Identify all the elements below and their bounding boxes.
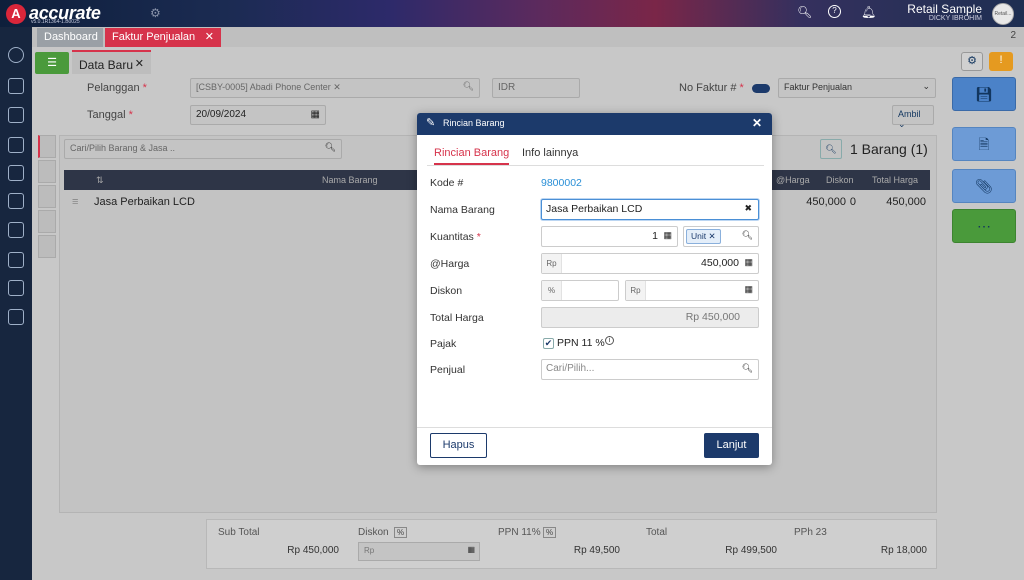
tab-rincian-barang[interactable]: Rincian Barang bbox=[434, 147, 510, 165]
search-icon[interactable]: 🔍︎ bbox=[742, 230, 753, 241]
harga-label: @Harga bbox=[430, 258, 470, 270]
tab-info-lainnya[interactable]: Info lainnya bbox=[522, 147, 578, 159]
modal-footer-divider bbox=[417, 427, 772, 428]
diskon-percent-input[interactable]: % bbox=[541, 280, 619, 301]
rincian-barang-modal: ✎ Rincian Barang ✕ Rincian Barang Info l… bbox=[417, 113, 772, 465]
unit-select[interactable]: Unit ✕ 🔍︎ bbox=[683, 226, 759, 247]
nama-barang-value: Jasa Perbaikan LCD bbox=[546, 203, 643, 215]
total-harga-value: Rp 450,000 bbox=[685, 311, 740, 323]
unit-value: Unit bbox=[691, 231, 707, 241]
clear-icon[interactable]: ✖ bbox=[744, 203, 752, 214]
total-harga-label: Total Harga bbox=[430, 312, 484, 324]
pajak-label: Pajak bbox=[430, 338, 457, 350]
penjual-label: Penjual bbox=[430, 364, 466, 376]
nama-barang-input[interactable]: Jasa Perbaikan LCD ✖ bbox=[541, 199, 759, 220]
diskon-label: Diskon bbox=[430, 285, 463, 297]
kuantitas-input[interactable]: 1 ▦ bbox=[541, 226, 678, 247]
diskon-pct-prefix: % bbox=[542, 281, 562, 300]
harga-input[interactable]: Rp 450,000 ▦ bbox=[541, 253, 759, 274]
lanjut-button[interactable]: Lanjut bbox=[704, 433, 759, 458]
search-icon[interactable]: 🔍︎ bbox=[742, 363, 753, 374]
calculator-icon[interactable]: ▦ bbox=[744, 284, 753, 295]
kode-label: Kode # bbox=[430, 177, 464, 189]
close-icon[interactable]: ✕ bbox=[752, 116, 762, 130]
calculator-icon[interactable]: ▦ bbox=[663, 230, 672, 241]
harga-value: 450,000 bbox=[701, 257, 739, 269]
modal-title: Rincian Barang bbox=[443, 118, 505, 128]
ppn-checkbox[interactable]: ✔ bbox=[543, 338, 554, 349]
harga-prefix: Rp bbox=[542, 254, 562, 273]
remove-icon[interactable]: ✕ bbox=[709, 231, 716, 241]
diskon-rp-prefix: Rp bbox=[626, 281, 646, 300]
calculator-icon[interactable]: ▦ bbox=[744, 257, 753, 268]
modal-header: ✎ Rincian Barang ✕ bbox=[417, 113, 772, 135]
info-icon[interactable]: i bbox=[605, 336, 614, 345]
modal-tabs: Rincian Barang Info lainnya bbox=[427, 144, 764, 166]
nama-barang-label: Nama Barang bbox=[430, 204, 495, 216]
ppn-checkbox-label: PPN 11 % bbox=[557, 337, 605, 349]
unit-chip[interactable]: Unit ✕ bbox=[686, 229, 721, 244]
kode-value: 9800002 bbox=[541, 177, 582, 189]
kuantitas-label: Kuantitas * bbox=[430, 231, 481, 243]
penjual-input[interactable]: Cari/Pilih... 🔍︎ bbox=[541, 359, 759, 380]
pencil-icon: ✎ bbox=[426, 117, 436, 129]
total-harga-field: Rp 450,000 bbox=[541, 307, 759, 328]
diskon-amount-input[interactable]: Rp ▦ bbox=[625, 280, 759, 301]
kuantitas-value: 1 bbox=[652, 230, 658, 242]
penjual-placeholder: Cari/Pilih... bbox=[546, 363, 595, 374]
hapus-button[interactable]: Hapus bbox=[430, 433, 487, 458]
